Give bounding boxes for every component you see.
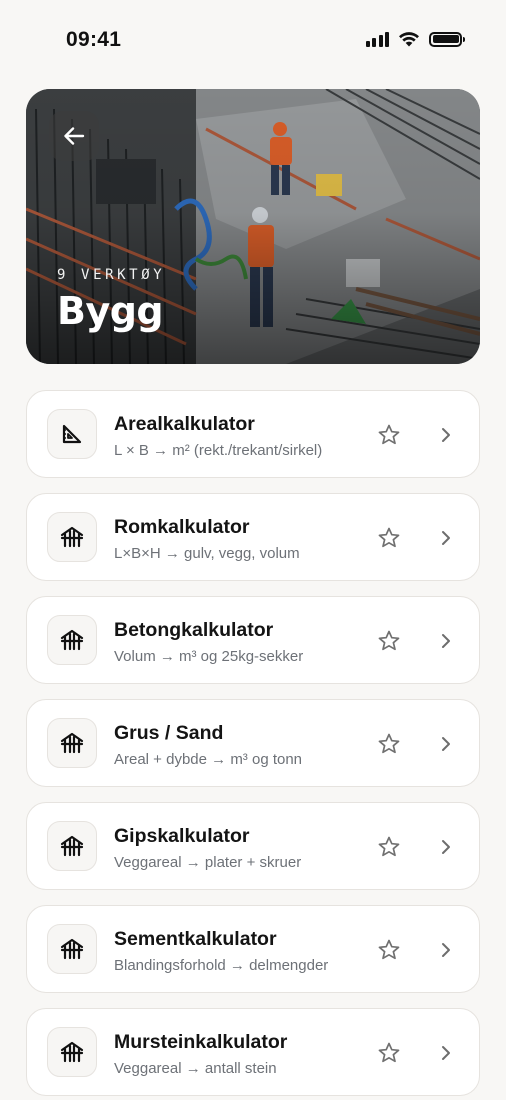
arrow-left-icon [64, 127, 85, 145]
tool-count-label: 9 VERKTØY [57, 267, 166, 283]
star-icon [378, 939, 400, 960]
chevron-right-icon [439, 631, 453, 651]
tool-title: Betongkalkulator [114, 619, 274, 641]
tool-subtitle: Volum → m³ og 25kg-sekker [114, 648, 304, 665]
tool-title: Mursteinkalkulator [114, 1031, 288, 1053]
wifi-icon [399, 32, 419, 47]
building-icon [60, 526, 84, 548]
chevron-right-icon [439, 425, 453, 445]
tool-title: Gipskalkulator [114, 825, 250, 847]
star-icon [378, 527, 400, 548]
building-icon [60, 835, 84, 857]
star-icon [378, 424, 400, 445]
tool-title: Romkalkulator [114, 516, 250, 538]
star-icon [378, 836, 400, 857]
tool-card-gipskalkulator[interactable]: Gipskalkulator Veggareal → plater + skru… [26, 802, 480, 890]
tool-subtitle: L×B×H → gulv, vegg, volum [114, 545, 300, 562]
status-icons [365, 31, 465, 47]
building-icon [60, 938, 84, 960]
tool-card-sementkalkulator[interactable]: Sementkalkulator Blandingsforhold → delm… [26, 905, 480, 993]
battery-icon [429, 31, 465, 47]
tool-title: Arealkalkulator [114, 413, 255, 435]
cellular-signal-icon [365, 31, 389, 47]
building-icon [60, 629, 84, 651]
tool-subtitle: Veggareal → antall stein [114, 1060, 277, 1077]
chevron-right-icon [439, 837, 453, 857]
star-icon [378, 630, 400, 651]
tool-card-betongkalkulator[interactable]: Betongkalkulator Volum → m³ og 25kg-sekk… [26, 596, 480, 684]
status-time: 09:41 [66, 28, 122, 51]
tool-title: Sementkalkulator [114, 928, 277, 950]
tool-card-romkalkulator[interactable]: Romkalkulator L×B×H → gulv, vegg, volum [26, 493, 480, 581]
tool-subtitle: L × B → m² (rekt./trekant/sirkel) [114, 442, 323, 459]
favorite-button[interactable] [376, 1040, 402, 1066]
chevron-right-icon [439, 528, 453, 548]
favorite-button[interactable] [376, 628, 402, 654]
star-icon [378, 1042, 400, 1063]
favorite-button[interactable] [376, 525, 402, 551]
chevron-right-icon [439, 734, 453, 754]
tool-subtitle: Veggareal → plater + skruer [114, 854, 302, 871]
page-title: Bygg [57, 289, 164, 333]
favorite-button[interactable] [376, 731, 402, 757]
chevron-right-icon [439, 940, 453, 960]
status-bar: 09:41 [0, 0, 506, 82]
favorite-button[interactable] [376, 834, 402, 860]
favorite-button[interactable] [376, 422, 402, 448]
star-icon [378, 733, 400, 754]
chevron-right-icon [439, 1043, 453, 1063]
set-square-icon [62, 424, 82, 444]
tool-card-grus-sand[interactable]: Grus / Sand Areal + dybde → m³ og tonn [26, 699, 480, 787]
category-hero: 9 VERKTØY Bygg [26, 89, 480, 364]
favorite-button[interactable] [376, 937, 402, 963]
tool-card-arealkalkulator[interactable]: Arealkalkulator L × B → m² (rekt./trekan… [26, 390, 480, 478]
tool-title: Grus / Sand [114, 722, 224, 744]
tool-card-mursteinkalkulator[interactable]: Mursteinkalkulator Veggareal → antall st… [26, 1008, 480, 1096]
building-icon [60, 732, 84, 754]
building-icon [60, 1041, 84, 1063]
tool-subtitle: Blandingsforhold → delmengder [114, 957, 329, 974]
tool-subtitle: Areal + dybde → m³ og tonn [114, 751, 303, 768]
back-button[interactable] [49, 111, 99, 161]
